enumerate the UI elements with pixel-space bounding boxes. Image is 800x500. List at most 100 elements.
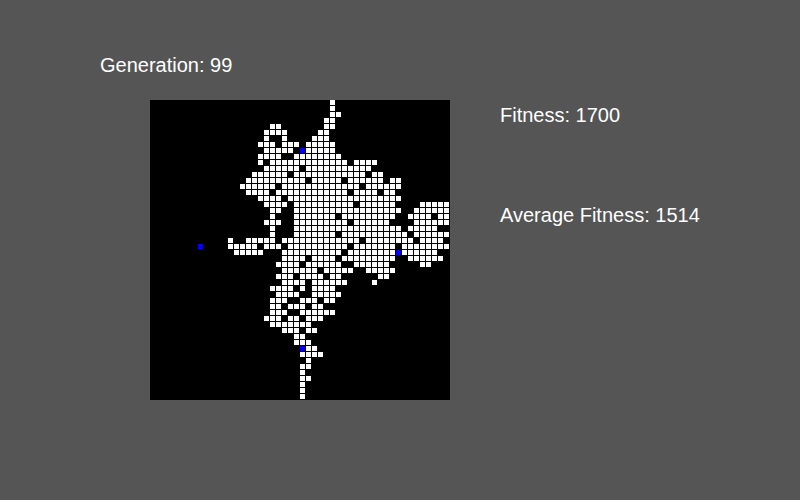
grown-cell [372,184,377,189]
grown-cell [270,208,275,213]
grown-cell [300,352,305,357]
grown-cell [270,322,275,327]
grown-cell [330,250,335,255]
grown-cell [408,256,413,261]
grown-cell [330,226,335,231]
grown-cell [336,292,341,297]
grown-cell [288,256,293,261]
grown-cell [408,214,413,219]
grown-cell [324,292,329,297]
grown-cell [330,202,335,207]
grown-cell [258,172,263,177]
grown-cell [318,352,323,357]
grown-cell [312,172,317,177]
grown-cell [324,160,329,165]
grown-cell [246,184,251,189]
grown-cell [396,208,401,213]
target-cell [300,148,305,153]
grown-cell [258,250,263,255]
grown-cell [336,184,341,189]
grown-cell [378,208,383,213]
grown-cell [390,244,395,249]
grown-cell [240,244,245,249]
grown-cell [270,286,275,291]
grown-cell [324,208,329,213]
grown-cell [414,232,419,237]
grown-cell [282,238,287,243]
grown-cell [378,178,383,183]
grown-cell [396,184,401,189]
target-cell [198,244,203,249]
grown-cell [396,226,401,231]
grown-cell [384,190,389,195]
grown-cell [342,244,347,249]
grown-cell [366,160,371,165]
grown-cell [324,178,329,183]
grown-cell [414,214,419,219]
grown-cell [372,160,377,165]
grown-cell [366,208,371,213]
grown-cell [276,130,281,135]
grown-cell [342,256,347,261]
grown-cell [378,256,383,261]
grown-cell [384,250,389,255]
grown-cell [354,214,359,219]
grown-cell [312,220,317,225]
grown-cell [372,280,377,285]
grown-cell [306,244,311,249]
grown-cell [402,250,407,255]
grown-cell [282,250,287,255]
grown-cell [252,172,257,177]
grown-cell [288,178,293,183]
grown-cell [336,208,341,213]
grown-cell [258,142,263,147]
grown-cell [348,208,353,213]
grown-cell [306,232,311,237]
grown-cell [318,178,323,183]
grown-cell [390,268,395,273]
grown-cell [324,226,329,231]
grown-cell [432,226,437,231]
grown-cell [306,142,311,147]
grown-cell [378,274,383,279]
grown-cell [312,160,317,165]
grown-cell [324,154,329,159]
grown-cell [294,184,299,189]
grown-cell [294,202,299,207]
grown-cell [324,136,329,141]
grown-cell [282,280,287,285]
grown-cell [336,202,341,207]
grown-cell [324,172,329,177]
grown-cell [330,232,335,237]
grown-cell [312,328,317,333]
grown-cell [318,142,323,147]
grown-cell [414,208,419,213]
grown-cell [426,256,431,261]
grown-cell [294,190,299,195]
grown-cell [378,262,383,267]
grown-cell [378,250,383,255]
grown-cell [360,226,365,231]
grown-cell [336,238,341,243]
grown-cell [258,160,263,165]
grown-cell [330,220,335,225]
grown-cell [366,190,371,195]
grown-cell [282,190,287,195]
grown-cell [324,142,329,147]
grown-cell [348,178,353,183]
grown-cell [372,202,377,207]
grown-cell [390,202,395,207]
grown-cell [312,142,317,147]
grown-cell [336,160,341,165]
grown-cell [372,172,377,177]
grown-cell [336,226,341,231]
grown-cell [300,202,305,207]
grown-cell [342,214,347,219]
grown-cell [264,142,269,147]
grown-cell [288,280,293,285]
grown-cell [312,148,317,153]
grown-cell [264,202,269,207]
grown-cell [318,208,323,213]
grown-cell [318,136,323,141]
grown-cell [396,232,401,237]
